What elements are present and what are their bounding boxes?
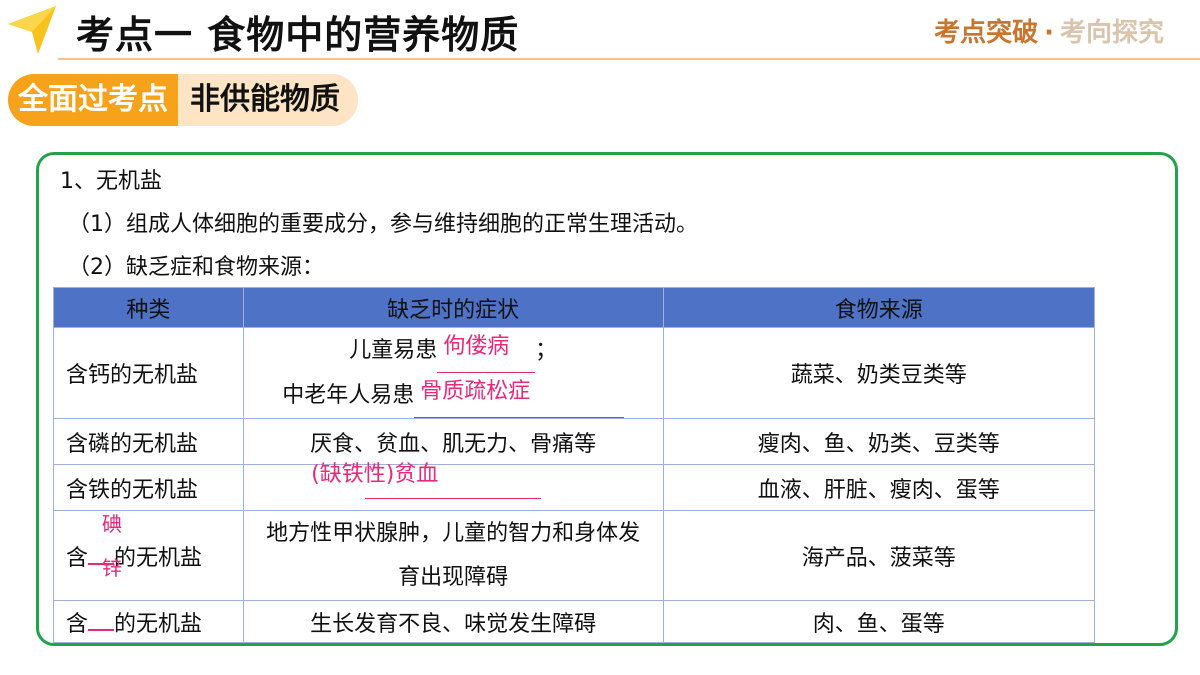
header-symptom: 缺乏时的症状 (242, 287, 664, 328)
answer-text: 锌 (102, 555, 122, 580)
answer-underline (365, 497, 542, 499)
kind-suffix: 的无机盐 (114, 545, 203, 571)
page-title: 考点一 食物中的营养物质 (76, 13, 520, 57)
kind-cell: 含铁的无机盐 (53, 464, 244, 511)
header-kind: 种类 (53, 287, 244, 328)
answer-text: 骨质疏松症 (420, 379, 531, 404)
header-source: 食物来源 (662, 287, 1096, 328)
table-row: 含钙的无机盐 儿童易患 佝偻病 ； 中老年人易患 骨质疏松症 蔬菜、奶类豆类等 (53, 327, 1096, 419)
answer-blank (88, 613, 115, 631)
answer-text: 佝偻病 (443, 334, 510, 359)
source-cell: 瘦肉、鱼、奶类、豆类等 (662, 418, 1096, 465)
table-row: 碘 含的无机盐 锌 地方性甲状腺肿，儿童的智力和身体发育出现障碍 海产品、菠菜等 (53, 510, 1096, 601)
heading-minerals: 1、无机盐 (60, 169, 162, 194)
section-breadcrumb: 考点突破 · 考向探究 (934, 12, 1164, 49)
breadcrumb-next: 考向探究 (1059, 18, 1164, 48)
symptom-text: 中老年人易患 (282, 383, 415, 408)
table-row: 含的无机盐 生长发育不良、味觉发生障碍 肉、鱼、蛋等 (53, 600, 1096, 643)
table-header-row: 种类 缺乏时的症状 食物来源 (53, 287, 1096, 328)
mineral-table: 种类 缺乏时的症状 食物来源 含钙的无机盐 儿童易患 佝偻病 ； 中老年人易患 骨… (53, 287, 1096, 643)
kind-cell: 含的无机盐 (53, 600, 244, 643)
source-cell: 海产品、菠菜等 (662, 510, 1096, 601)
tag-topic: 非供能物质 (178, 74, 358, 126)
header-divider (58, 58, 1200, 60)
kind-prefix: 含 (66, 545, 89, 571)
tag-category: 全面过考点 (8, 74, 178, 126)
source-cell: 蔬菜、奶类豆类等 (662, 327, 1096, 419)
symptom-text: 儿童易患 (349, 338, 438, 363)
kind-cell: 含钙的无机盐 (53, 327, 244, 419)
kind-suffix: 的无机盐 (114, 611, 203, 637)
breadcrumb-separator: · (1044, 18, 1054, 48)
answer-text: (缺铁性)贫血 (311, 461, 439, 487)
point-2: （2）缺乏症和食物来源： (68, 255, 324, 280)
point-1: （1）组成人体细胞的重要成分，参与维持细胞的正常生理活动。 (68, 212, 698, 237)
section-tag: 全面过考点 非供能物质 (8, 74, 358, 126)
symptom-cell: 厌食、贫血、肌无力、骨痛等 (242, 418, 664, 465)
source-cell: 血液、肝脏、瘦肉、蛋等 (662, 464, 1096, 511)
table-row: 含磷的无机盐 厌食、贫血、肌无力、骨痛等 瘦肉、鱼、奶类、豆类等 (53, 418, 1096, 465)
symptom-cell: 生长发育不良、味觉发生障碍 (242, 600, 664, 643)
source-cell: 肉、鱼、蛋等 (662, 600, 1096, 643)
table-row: 含铁的无机盐 (缺铁性)贫血 血液、肝脏、瘦肉、蛋等 (53, 462, 1096, 511)
breadcrumb-current: 考点突破 (934, 18, 1039, 48)
symptom-cell: 儿童易患 佝偻病 ； 中老年人易患 骨质疏松症 (242, 327, 664, 419)
kind-cell: 碘 含的无机盐 锌 (53, 510, 244, 601)
symptom-cell: (缺铁性)贫血 (242, 462, 664, 511)
kind-prefix: 含 (66, 611, 89, 637)
punct: ； (535, 338, 558, 363)
arrow-logo-icon (8, 6, 56, 54)
kind-cell: 含磷的无机盐 (53, 418, 244, 465)
answer-text: 碘 (102, 511, 122, 536)
symptom-cell: 地方性甲状腺肿，儿童的智力和身体发育出现障碍 (242, 510, 664, 601)
